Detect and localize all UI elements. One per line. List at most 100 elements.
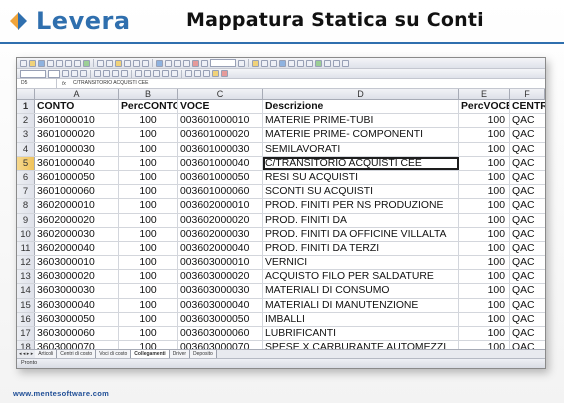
cell-b[interactable]: 100 <box>119 185 178 199</box>
cell-f[interactable]: QAC <box>510 242 545 255</box>
row-number[interactable]: 4 <box>17 142 35 156</box>
drawing-icon[interactable] <box>201 59 208 67</box>
cell-f[interactable]: QAC <box>510 284 545 297</box>
cell-d[interactable]: PROD. FINITI DA OFFICINE VILLALTA <box>263 227 459 241</box>
sheet-tab[interactable]: Collegamenti <box>131 350 170 358</box>
comment-icon[interactable] <box>270 59 277 67</box>
formula-input[interactable]: C/TRANSITORIO ACQUISTI CEE <box>71 79 148 88</box>
row-number[interactable]: 16 <box>17 312 35 326</box>
cell-b[interactable]: 100 <box>119 284 178 298</box>
sort-descending-icon[interactable] <box>183 59 190 67</box>
cell-a[interactable]: 3603000010 <box>35 256 119 270</box>
print-icon[interactable] <box>65 59 72 67</box>
cell-a[interactable]: 3601000030 <box>35 142 119 156</box>
cell-d[interactable]: MATERIALI DI CONSUMO <box>263 284 459 298</box>
row-number[interactable]: 11 <box>17 241 35 256</box>
reviewing-icon[interactable] <box>252 59 259 67</box>
select-all-corner[interactable] <box>17 89 35 99</box>
format-painter-icon[interactable] <box>124 59 131 67</box>
autosum-icon[interactable] <box>165 59 172 67</box>
cell-d[interactable]: MATERIE PRIME- COMPONENTI <box>263 128 459 142</box>
cell-c[interactable]: 003601000010 <box>178 114 263 128</box>
cell-f[interactable]: QAC <box>510 270 545 283</box>
cell-f[interactable]: QAC <box>510 327 545 340</box>
name-box[interactable]: D5 <box>17 79 57 88</box>
permission-icon[interactable] <box>47 59 54 67</box>
footer-url[interactable]: www.mentesoftware.com <box>13 389 109 398</box>
cell-e[interactable]: PercVOCE <box>459 100 510 114</box>
cell-c[interactable]: 003603000030 <box>178 284 263 298</box>
redo-icon[interactable] <box>142 59 149 67</box>
merge-center-icon[interactable] <box>121 70 128 77</box>
fx-icon[interactable]: fx <box>57 81 71 87</box>
cell-d[interactable]: PROD. FINITI DA <box>263 213 459 227</box>
bold-icon[interactable] <box>62 70 69 77</box>
cell-d[interactable]: SCONTI SU ACQUISTI <box>263 185 459 199</box>
row-number[interactable]: 17 <box>17 327 35 341</box>
cell-a[interactable]: 3602000020 <box>35 213 119 227</box>
copy-icon[interactable] <box>106 59 113 67</box>
sheet-tab[interactable]: Deposito <box>190 350 217 358</box>
cell-d[interactable]: MATERIE PRIME-TUBI <box>263 114 459 128</box>
column-header-e[interactable]: E <box>459 89 510 99</box>
print-preview-icon[interactable] <box>74 59 81 67</box>
cell-e[interactable]: 100 <box>459 227 510 241</box>
reply-icon[interactable] <box>288 59 295 67</box>
sheet-tab[interactable]: Centri di costo <box>57 350 97 358</box>
font-color-icon[interactable] <box>221 70 228 77</box>
options-icon[interactable] <box>324 59 331 67</box>
cell-a[interactable]: 3603000030 <box>35 284 119 298</box>
cell-e[interactable]: 100 <box>459 156 510 170</box>
column-header-a[interactable]: A <box>35 89 119 99</box>
cell-d[interactable]: Descrizione <box>263 100 459 114</box>
paste-icon[interactable] <box>115 59 122 67</box>
cell-c[interactable]: 003603000010 <box>178 256 263 270</box>
cell-c[interactable]: 003603000060 <box>178 327 263 341</box>
row-number[interactable]: 12 <box>17 256 35 270</box>
cell-e[interactable]: 100 <box>459 199 510 213</box>
cell-b[interactable]: 100 <box>119 312 178 326</box>
cell-d[interactable]: PROD. FINITI PER NS PRODUZIONE <box>263 199 459 213</box>
cell-c[interactable]: 003603000040 <box>178 298 263 312</box>
cell-a[interactable]: 3601000040 <box>35 156 119 170</box>
cell-e[interactable]: 100 <box>459 270 510 284</box>
cell-f[interactable]: CENTRO <box>510 100 545 113</box>
cell-a[interactable]: CONTO <box>35 100 119 114</box>
cell-c[interactable]: 003603000050 <box>178 312 263 326</box>
row-number[interactable]: 9 <box>17 213 35 227</box>
cut-icon[interactable] <box>97 59 104 67</box>
cell-c[interactable]: 003602000020 <box>178 213 263 227</box>
email-icon[interactable] <box>56 59 63 67</box>
share-icon[interactable] <box>315 59 322 67</box>
macro-icon[interactable] <box>333 59 340 67</box>
chart-wizard-icon[interactable] <box>192 59 199 67</box>
cell-b[interactable]: 100 <box>119 156 178 170</box>
sheet-tab[interactable]: Voci di costo <box>96 350 132 358</box>
cell-d[interactable]: SEMILAVORATI <box>263 142 459 156</box>
help-icon[interactable] <box>238 59 245 67</box>
cell-a[interactable]: 3601000010 <box>35 114 119 128</box>
cell-a[interactable]: 3603000060 <box>35 327 119 341</box>
cell-c[interactable]: 003603000020 <box>178 270 263 284</box>
cell-a[interactable]: 3601000060 <box>35 185 119 199</box>
cell-b[interactable]: 100 <box>119 142 178 156</box>
cell-c[interactable]: VOCE <box>178 100 263 114</box>
row-number[interactable]: 13 <box>17 270 35 284</box>
borders-icon[interactable] <box>203 70 210 77</box>
column-header-c[interactable]: C <box>178 89 263 99</box>
cell-a[interactable]: 3603000020 <box>35 270 119 284</box>
cell-c[interactable]: 003602000030 <box>178 227 263 241</box>
cell-f[interactable]: QAC <box>510 256 545 269</box>
increase-indent-icon[interactable] <box>194 70 201 77</box>
cell-a[interactable]: 3603000040 <box>35 298 119 312</box>
security-icon[interactable] <box>342 59 349 67</box>
cell-b[interactable]: 100 <box>119 170 178 185</box>
cell-a[interactable]: 3601000020 <box>35 128 119 142</box>
cell-d[interactable]: ACQUISTO FILO PER SALDATURE <box>263 270 459 284</box>
row-number[interactable]: 10 <box>17 227 35 241</box>
cell-f[interactable]: QAC <box>510 185 545 198</box>
cell-c[interactable]: 003601000040 <box>178 156 263 170</box>
decrease-decimal-icon[interactable] <box>171 70 178 77</box>
cell-d[interactable]: LUBRIFICANTI <box>263 327 459 341</box>
cell-b[interactable]: 100 <box>119 256 178 270</box>
